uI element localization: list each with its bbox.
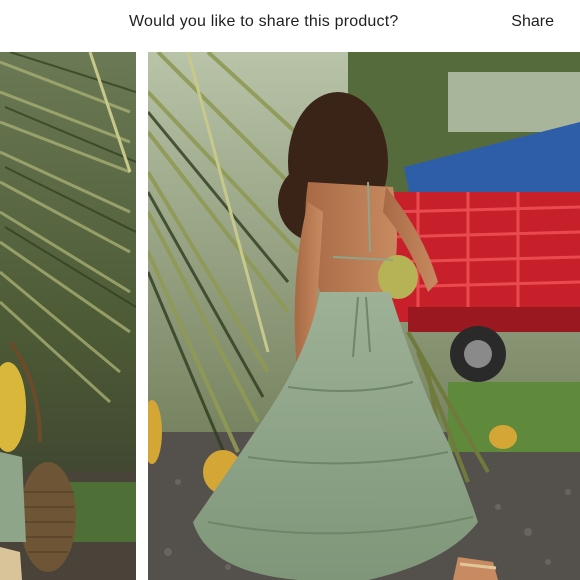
share-header: Would you like to share this product? Sh… — [0, 0, 580, 47]
gallery-gap — [136, 52, 148, 580]
product-image-gallery[interactable] — [0, 52, 580, 580]
product-photo-partial[interactable] — [0, 52, 136, 580]
product-photo-partial-graphic — [0, 52, 136, 580]
share-button[interactable]: Share — [511, 13, 554, 31]
product-photo-main[interactable] — [148, 52, 580, 580]
share-prompt-text: Would you like to share this product? — [129, 13, 399, 30]
product-photo-main-graphic — [148, 52, 580, 580]
share-sheet-screen: Would you like to share this product? Sh… — [0, 0, 580, 580]
